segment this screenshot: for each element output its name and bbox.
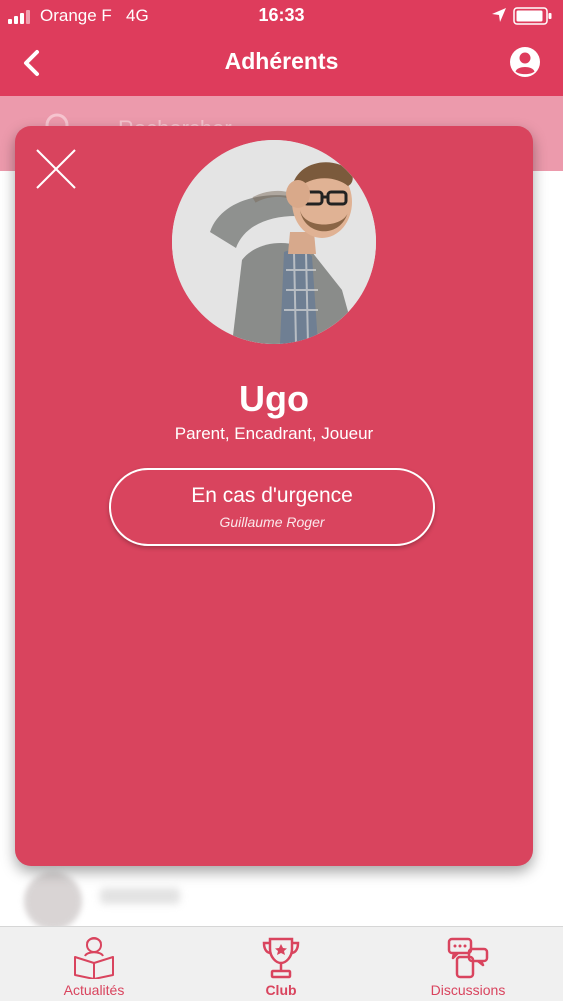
member-roles: Parent, Encadrant, Joueur bbox=[174, 424, 374, 443]
location-arrow-icon bbox=[492, 8, 506, 22]
status-bar: Orange F 4G 16:33 bbox=[0, 0, 563, 32]
avatar bbox=[24, 872, 82, 930]
profile-modal: Ugo Parent, Encadrant, Joueur En cas d'u… bbox=[15, 126, 533, 866]
tab-label: Club bbox=[265, 982, 297, 998]
trophy-icon bbox=[262, 937, 300, 979]
chat-bubbles-icon bbox=[447, 937, 489, 979]
page-title: Adhérents bbox=[224, 48, 339, 74]
clock: 16:33 bbox=[258, 5, 305, 25]
battery-icon bbox=[513, 7, 552, 25]
emergency-contact-name: Guillaume Roger bbox=[219, 514, 325, 530]
header: Orange F 4G 16:33 Adhérents bbox=[0, 0, 563, 96]
tab-club[interactable]: Club bbox=[211, 927, 351, 1001]
reading-person-icon bbox=[74, 937, 114, 979]
emergency-label: En cas d'urgence bbox=[191, 484, 353, 507]
list-item-label bbox=[100, 888, 180, 904]
tab-discussions[interactable]: Discussions bbox=[398, 927, 538, 1001]
list-item[interactable] bbox=[0, 868, 563, 930]
emergency-contact-button[interactable]: En cas d'urgence Guillaume Roger bbox=[109, 468, 435, 546]
account-icon[interactable] bbox=[509, 46, 541, 78]
profile-photo bbox=[172, 140, 376, 344]
tab-bar: Actualités Club Discussions bbox=[0, 926, 563, 1001]
member-name: Ugo bbox=[239, 378, 309, 419]
tab-actualites[interactable]: Actualités bbox=[24, 927, 164, 1001]
close-icon[interactable] bbox=[35, 148, 77, 190]
tab-label: Actualités bbox=[63, 982, 125, 998]
tab-label: Discussions bbox=[430, 982, 506, 998]
